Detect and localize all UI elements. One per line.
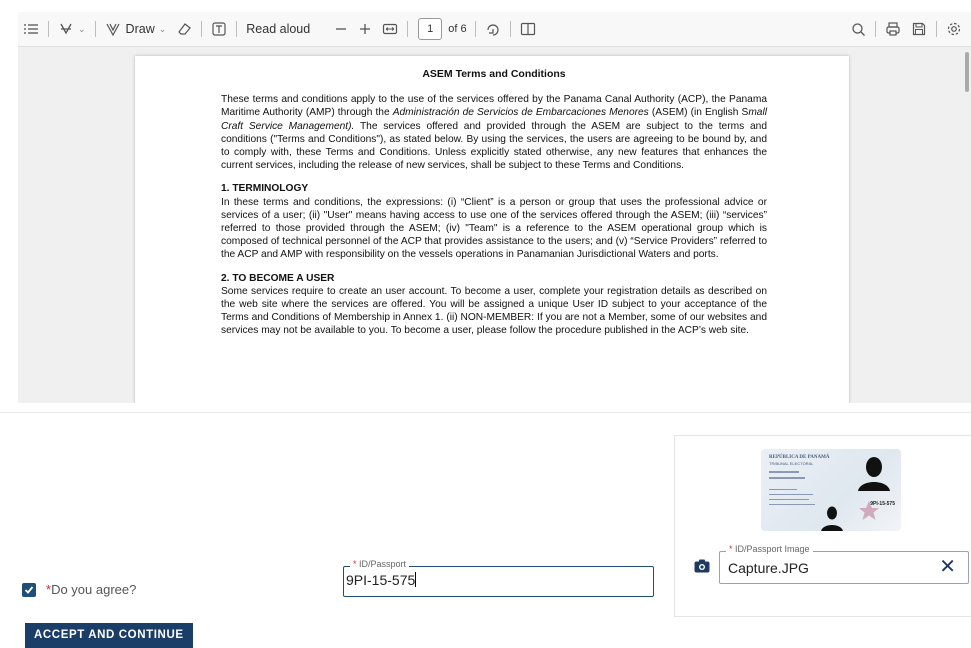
save-button[interactable]: [906, 17, 932, 41]
contents-icon[interactable]: [18, 17, 44, 41]
highlighter-icon: [60, 23, 72, 35]
settings-button[interactable]: [941, 17, 967, 41]
section-heading-terminology: 1. TERMINOLOGY: [221, 183, 309, 195]
eraser-button[interactable]: [171, 17, 197, 41]
search-icon: [852, 22, 865, 36]
zoom-in-button[interactable]: [353, 17, 377, 41]
id-passport-field[interactable]: * ID/Passport 9PI-15-575: [343, 559, 654, 597]
id-card-number: 9PI-15-575: [870, 501, 895, 507]
pdf-page: ASEM Terms and Conditions These terms an…: [135, 56, 849, 403]
toolbar-separator: [48, 21, 49, 37]
fit-page-icon: [383, 23, 398, 35]
page-view-icon: [520, 22, 535, 36]
id-image-field[interactable]: * ID/Passport Image Capture.JPG ✕: [719, 544, 969, 584]
draw-label: Draw: [125, 22, 155, 36]
id-image-filename: Capture.JPG: [728, 560, 809, 576]
toolbar-separator: [236, 21, 238, 37]
clear-file-button[interactable]: ✕: [939, 556, 956, 578]
pdf-scrollbar[interactable]: [965, 52, 969, 92]
camera-icon[interactable]: [694, 559, 710, 573]
accept-and-continue-button[interactable]: ACCEPT AND CONTINUE: [25, 623, 193, 648]
text-caret: [415, 572, 417, 587]
id-passport-input[interactable]: 9PI-15-575: [346, 572, 417, 588]
eraser-icon: [178, 23, 192, 35]
toolbar-separator: [509, 21, 511, 37]
id-card-country: REPÚBLICA DE PANAMÁ: [769, 455, 830, 460]
search-button[interactable]: [846, 17, 871, 41]
highlight-button[interactable]: ⌄: [53, 17, 91, 41]
id-card-text-line: [769, 504, 815, 505]
terminology-paragraph: In these terms and conditions, the expre…: [221, 196, 767, 261]
section-heading-become-user: 2. TO BECOME A USER: [221, 272, 335, 284]
pdf-toolbar: ⌄ Draw ⌄ Read aloud 1 of 6: [18, 12, 971, 47]
plus-icon: [360, 24, 371, 34]
agree-checkbox-row[interactable]: *Do you agree?: [22, 582, 136, 597]
draw-icon: [106, 23, 120, 37]
checkmark-icon: [24, 585, 34, 594]
id-passport-label: * ID/Passport: [350, 559, 410, 569]
id-card-text-line: [769, 489, 797, 490]
print-icon: [886, 22, 900, 36]
id-card-text-line: [769, 499, 809, 500]
fit-page-button[interactable]: [377, 17, 403, 41]
rotate-button[interactable]: [480, 17, 506, 41]
id-card-text-line: [769, 494, 813, 495]
toolbar-separator: [201, 21, 203, 37]
print-button[interactable]: [880, 17, 906, 41]
id-card-small-photo: [821, 506, 843, 531]
draw-button[interactable]: Draw ⌄: [100, 17, 172, 41]
id-image-panel: REPÚBLICA DE PANAMÁ TRIBUNAL ELECTORAL 9…: [674, 435, 971, 617]
page-number-input[interactable]: 1: [418, 18, 443, 40]
become-user-paragraph: Some services require to create an user …: [221, 285, 767, 337]
id-card-text-line: [769, 477, 805, 479]
toolbar-separator: [936, 21, 937, 37]
toolbar-separator: [875, 21, 876, 37]
id-card-photo: [858, 457, 890, 491]
toolbar-separator: [94, 21, 96, 37]
rotate-icon: [486, 24, 499, 36]
text-box-icon: [212, 22, 226, 36]
toolbar-separator: [474, 21, 476, 37]
page-count: of 6: [448, 23, 467, 35]
zoom-out-button[interactable]: [329, 17, 353, 41]
id-card-text-line: [769, 471, 799, 473]
agree-label: *Do you agree?: [46, 582, 137, 597]
chevron-down-icon: ⌄: [158, 23, 167, 34]
agree-checkbox[interactable]: [22, 582, 36, 597]
pdf-viewer: ⌄ Draw ⌄ Read aloud 1 of 6 ASEM Terms an…: [18, 12, 971, 403]
id-card-preview: REPÚBLICA DE PANAMÁ TRIBUNAL ELECTORAL 9…: [761, 449, 901, 531]
section-divider: [0, 412, 971, 413]
read-aloud-label: Read aloud: [246, 22, 311, 36]
save-icon: [912, 22, 926, 36]
id-image-label: * ID/Passport Image: [726, 544, 813, 554]
document-title: ASEM Terms and Conditions: [422, 68, 566, 80]
chevron-down-icon: ⌄: [78, 23, 86, 34]
id-card-authority: TRIBUNAL ELECTORAL: [769, 461, 814, 466]
read-aloud-button[interactable]: Read aloud: [241, 17, 315, 41]
text-box-button[interactable]: [206, 17, 232, 41]
pdf-content: ASEM Terms and Conditions These terms an…: [221, 68, 767, 348]
gear-icon: [947, 22, 961, 36]
minus-icon: [336, 28, 347, 30]
page-view-button[interactable]: [515, 17, 541, 41]
toolbar-separator: [407, 21, 409, 37]
intro-paragraph: These terms and conditions apply to the …: [221, 94, 767, 172]
